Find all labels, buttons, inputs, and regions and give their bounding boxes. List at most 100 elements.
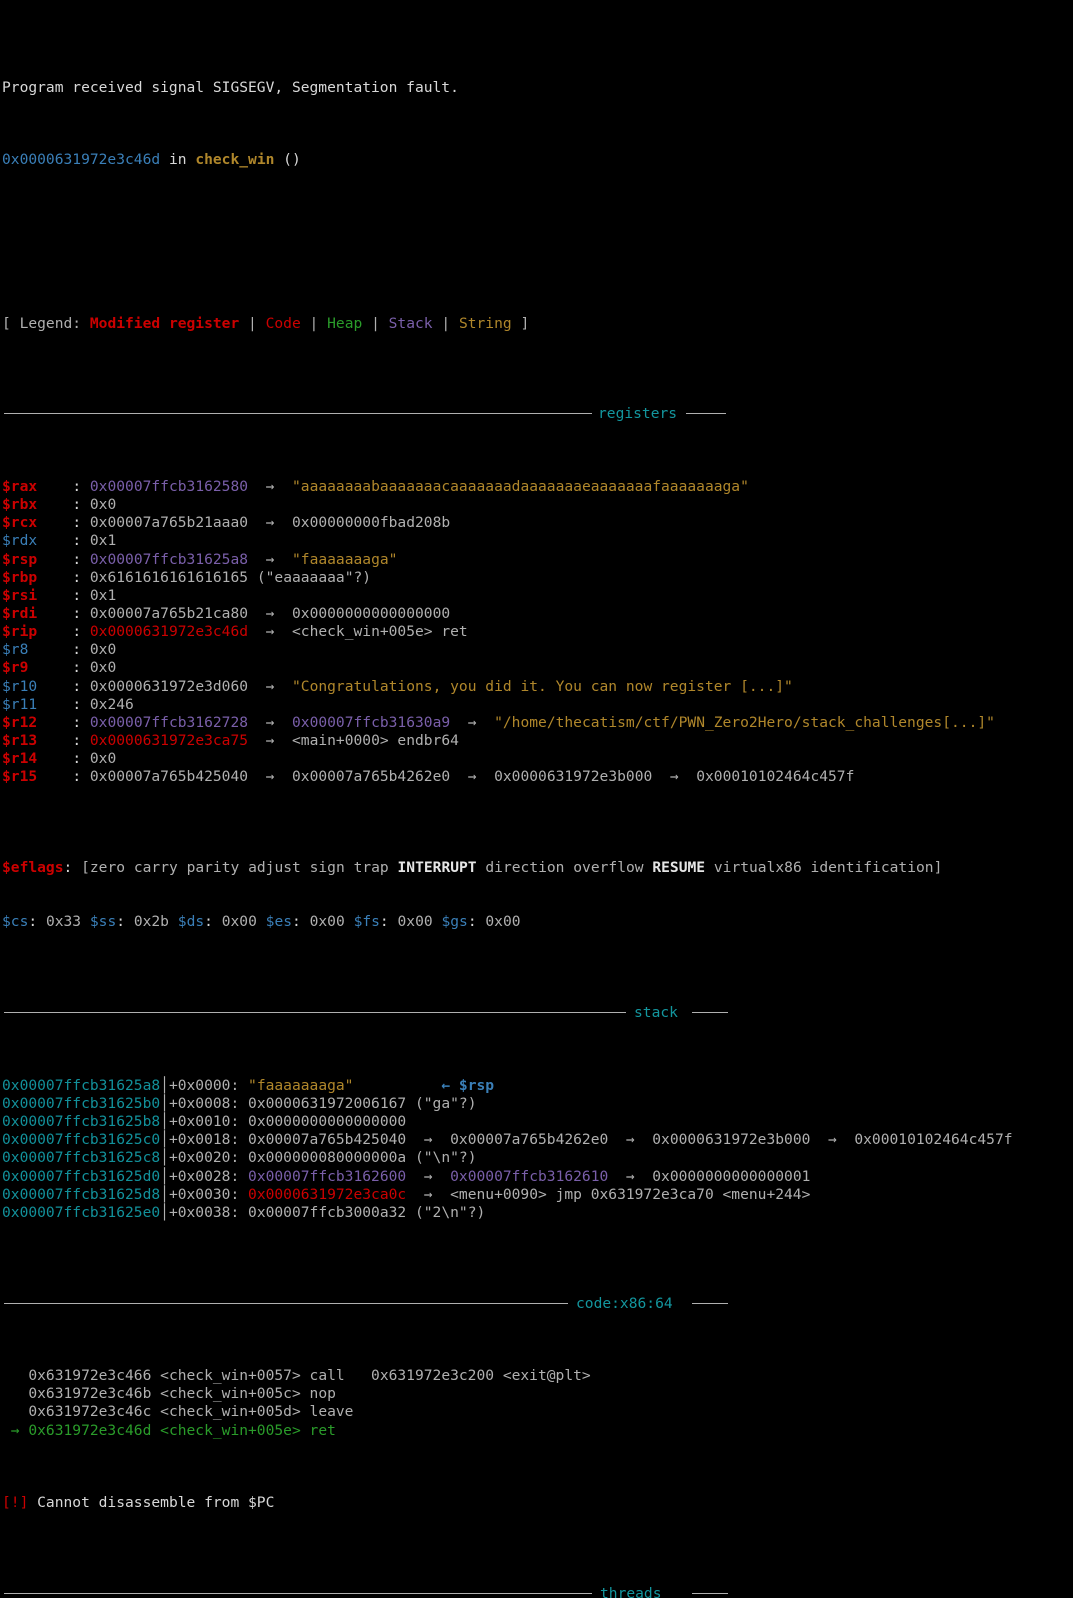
- code-instruction: ret: [309, 1421, 336, 1439]
- stack-row: 0x00007ffcb31625d0│+0x0028: 0x00007ffcb3…: [2, 1168, 1073, 1186]
- code-row: 0x631972e3c466 <check_win+0057> call 0x6…: [2, 1367, 1073, 1385]
- register-row: $r12 : 0x00007ffcb3162728 → 0x00007ffcb3…: [2, 714, 1073, 732]
- segment-name-fs: $fs: [353, 913, 380, 931]
- legend-stack: Stack: [388, 314, 433, 332]
- code-panel: 0x631972e3c466 <check_win+0057> call 0x6…: [2, 1367, 1073, 1440]
- stack-offset: +0x0010:: [168, 1113, 249, 1131]
- separator-line-left: [4, 413, 592, 415]
- stack-offset: +0x0008:: [168, 1094, 249, 1112]
- code-symbol: <check_win+0057>: [151, 1367, 310, 1385]
- register-separator: :: [72, 604, 90, 622]
- register-row: $rbp : 0x6161616161616165 ("eaaaaaaa"?): [2, 569, 1073, 587]
- section-title-registers: registers: [598, 405, 678, 423]
- fault-parens: (): [274, 151, 301, 169]
- stack-value: 0x0000631972006167: [248, 1094, 407, 1112]
- eflag-identification: identification: [810, 859, 934, 876]
- register-name: $rcx: [2, 514, 38, 532]
- code-symbol: <check_win+005d>: [151, 1403, 310, 1421]
- register-row: $r9 : 0x0: [2, 659, 1073, 677]
- register-name: $rip: [2, 623, 38, 641]
- stack-address: 0x00007ffcb31625d8: [2, 1185, 161, 1203]
- register-separator: :: [72, 731, 90, 749]
- register-separator: :: [72, 659, 90, 677]
- deref-arrow-icon: →: [423, 1167, 433, 1185]
- deref-arrow-icon: →: [669, 768, 679, 786]
- register-value: 0x0: [89, 659, 117, 677]
- eflags-close-bracket: ]: [933, 859, 943, 876]
- separator-line-right: [692, 1592, 728, 1594]
- register-name: $r13: [2, 731, 38, 749]
- segment-name-ds: $ds: [177, 913, 205, 931]
- legend-sep-4: |: [432, 314, 459, 332]
- register-value: 0x6161616161616165: [89, 568, 249, 586]
- deref-arrow-icon: →: [625, 1131, 635, 1149]
- fault-address: 0x0000631972e3c46d: [2, 151, 161, 169]
- code-address: 0x631972e3c46d: [28, 1421, 152, 1439]
- deref-arrow-icon: →: [467, 713, 477, 731]
- eflag-resume: RESUME: [652, 859, 706, 876]
- register-separator: :: [72, 477, 90, 495]
- register-row: $r14 : 0x0: [2, 750, 1073, 768]
- register-row: $rsp : 0x00007ffcb31625a8 → "faaaaaaaga": [2, 551, 1073, 569]
- segment-separator: :: [116, 913, 134, 931]
- register-pad: [37, 569, 72, 586]
- register-value: 0x1: [89, 532, 117, 550]
- eflag-adjust: adjust: [248, 859, 301, 876]
- stack-divider-bar: │: [160, 1131, 169, 1149]
- stack-annotation: ("\n"?): [406, 1149, 477, 1167]
- code-instruction: leave: [309, 1403, 354, 1421]
- register-extra: "faaaaaaaga": [292, 550, 398, 568]
- stack-pointer-marker: ← $rsp: [441, 1076, 495, 1094]
- fault-function-name: check_win: [195, 151, 275, 169]
- segment-value-ds: 0x00: [221, 913, 257, 931]
- terminal-output[interactable]: Program received signal SIGSEGV, Segment…: [0, 0, 1073, 1598]
- stack-value: 0x0000631972e3ca0c: [248, 1185, 407, 1203]
- eflags-line: $eflags: [zero carry parity adjust sign …: [2, 859, 1073, 877]
- legend-sep-3: |: [362, 314, 389, 332]
- segment-name-cs: $cs: [2, 913, 29, 931]
- stack-value: 0x000000080000000a: [248, 1149, 407, 1167]
- eflag-interrupt: INTERRUPT: [397, 859, 477, 876]
- register-name: $r15: [2, 768, 38, 786]
- signal-message-line: Program received signal SIGSEGV, Segment…: [2, 79, 1073, 97]
- separator-line-left: [4, 1592, 592, 1594]
- stack-row: 0x00007ffcb31625e0│+0x0038: 0x00007ffcb3…: [2, 1204, 1073, 1222]
- stack-annotation: ("2\n"?): [406, 1203, 486, 1221]
- eflag-zero: zero: [89, 859, 126, 876]
- section-header-threads: threads: [2, 1585, 1073, 1598]
- stack-divider-bar: │: [160, 1076, 169, 1094]
- register-value: 0x0000631972e3ca75: [89, 731, 249, 749]
- stack-divider-bar: │: [160, 1113, 169, 1131]
- register-extra: 0x0000000000000000: [292, 604, 451, 622]
- legend-open: [ Legend:: [2, 314, 90, 332]
- register-separator: :: [72, 550, 90, 568]
- register-name: $r10: [2, 677, 38, 695]
- legend-sep-1: |: [239, 314, 266, 332]
- register-pad: [28, 659, 72, 676]
- code-row: 0x631972e3c46c <check_win+005d> leave: [2, 1403, 1073, 1421]
- register-value: 0x00007a765b21aaa0: [89, 514, 249, 532]
- register-row: $r11 : 0x246: [2, 696, 1073, 714]
- segment-value-gs: 0x00: [485, 913, 521, 931]
- register-name: $r14: [2, 750, 38, 768]
- register-pad: [37, 605, 72, 622]
- register-row: $r13 : 0x0000631972e3ca75 → <main+0000> …: [2, 732, 1073, 750]
- segment-name-ss: $ss: [89, 913, 117, 931]
- segment-separator: :: [292, 913, 310, 931]
